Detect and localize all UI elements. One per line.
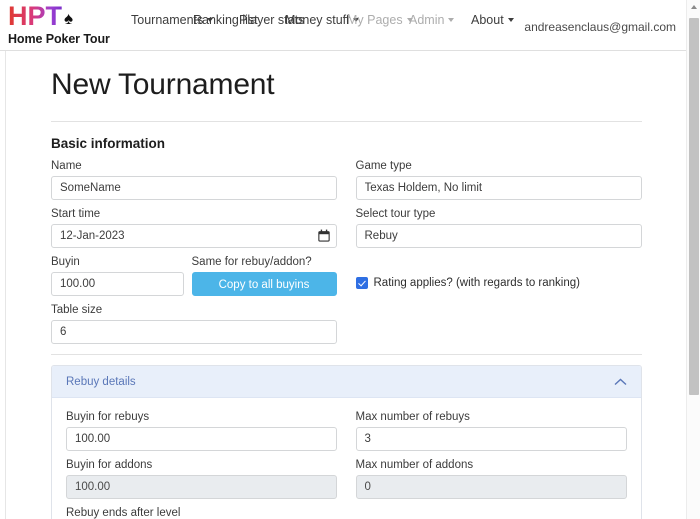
buyin-for-addons-label: Buyin for addons bbox=[66, 459, 153, 471]
basic-section-divider bbox=[51, 354, 642, 355]
field-max-number-of-addons: Max number of addons bbox=[347, 458, 627, 499]
field-rebuy-ends-after-level: Rebuy ends after level bbox=[66, 506, 347, 519]
same-for-rebuy-addon-group: Same for rebuy/addon? Copy to all buyins bbox=[191, 255, 337, 296]
navbar-menu: Tournaments Ranking list Player stats Mo… bbox=[121, 0, 523, 29]
field-tour-type: Select tour type bbox=[347, 207, 642, 248]
buyin-label: Buyin bbox=[51, 256, 80, 268]
buyin-and-copy-group: Buyin Same for rebuy/addon? Copy to all … bbox=[51, 255, 347, 296]
rebuy-row-3-spacer bbox=[347, 506, 628, 519]
nav-item-money-stuff[interactable]: Money stuff bbox=[275, 12, 360, 29]
name-label: Name bbox=[51, 160, 82, 172]
brand-logo-link[interactable]: HPT ♠ Home Poker Tour bbox=[8, 0, 113, 48]
vertical-scrollbar[interactable] bbox=[686, 0, 700, 519]
buyin-for-rebuys-label: Buyin for rebuys bbox=[66, 411, 150, 423]
rebuy-row-1: Buyin for rebuys Max number of rebuys bbox=[66, 410, 627, 451]
nav-item-my-pages[interactable]: My Pages bbox=[337, 12, 413, 29]
field-buyin: Buyin bbox=[51, 255, 184, 296]
start-time-label: Start time bbox=[51, 208, 101, 220]
brand-initials: HPT bbox=[8, 1, 62, 31]
table-size-label: Table size bbox=[51, 304, 103, 316]
start-time-input[interactable] bbox=[51, 224, 337, 248]
tour-type-label: Select tour type bbox=[355, 208, 436, 220]
rebuy-details-card: Rebuy details Buyin for rebuys Max numbe… bbox=[51, 365, 642, 519]
browser-viewport: HPT ♠ Home Poker Tour Tournaments Rankin… bbox=[0, 0, 700, 519]
form-row-buyin-rating: Buyin Same for rebuy/addon? Copy to all … bbox=[51, 255, 642, 296]
buyin-input[interactable] bbox=[51, 272, 184, 296]
chevron-down-icon bbox=[448, 18, 455, 22]
form-row-starttime-tourtype: Start time Select tour type bbox=[51, 207, 642, 248]
content-container: New Tournament Basic information Name Ga… bbox=[7, 68, 686, 519]
field-buyin-for-rebuys: Buyin for rebuys bbox=[66, 410, 347, 451]
nav-item-player-stats[interactable]: Player stats bbox=[229, 12, 304, 29]
nav-item-admin[interactable]: Admin bbox=[399, 12, 461, 29]
field-name: Name bbox=[51, 159, 347, 200]
max-number-of-rebuys-input[interactable] bbox=[355, 427, 627, 451]
field-buyin-for-addons: Buyin for addons bbox=[66, 458, 347, 499]
rating-applies-label: Rating applies? (with regards to ranking… bbox=[373, 277, 580, 289]
rebuy-details-card-body: Buyin for rebuys Max number of rebuys Bu… bbox=[52, 398, 641, 519]
chevron-up-icon[interactable] bbox=[614, 378, 627, 386]
brand-subtitle: Home Poker Tour bbox=[8, 32, 110, 46]
main-navbar: HPT ♠ Home Poker Tour Tournaments Rankin… bbox=[0, 0, 686, 51]
title-divider bbox=[51, 121, 642, 122]
brand-top-row: HPT ♠ bbox=[8, 3, 113, 30]
section-title-basic-information: Basic information bbox=[51, 136, 166, 151]
form-row-name-gametype: Name Game type bbox=[51, 159, 642, 200]
form-row-table-size: Table size bbox=[51, 303, 642, 344]
rebuy-row-2: Buyin for addons Max number of addons bbox=[66, 458, 627, 499]
navbar-user-email[interactable]: andreasenclaus@gmail.com bbox=[524, 0, 686, 34]
name-input[interactable] bbox=[51, 176, 337, 200]
nav-item-admin-label: Admin bbox=[409, 13, 445, 27]
field-start-time: Start time bbox=[51, 207, 347, 248]
max-number-of-addons-input bbox=[355, 475, 627, 499]
buyin-for-rebuys-input[interactable] bbox=[66, 427, 337, 451]
rebuy-row-3: Rebuy ends after level bbox=[66, 506, 627, 519]
game-type-label: Game type bbox=[355, 160, 412, 172]
game-type-select[interactable] bbox=[355, 176, 642, 200]
spade-icon: ♠ bbox=[64, 9, 74, 28]
rebuy-ends-after-level-label: Rebuy ends after level bbox=[66, 507, 181, 519]
buyin-for-addons-input bbox=[66, 475, 337, 499]
table-size-spacer bbox=[347, 303, 643, 344]
nav-item-ranking-list[interactable]: Ranking list bbox=[183, 12, 258, 29]
max-number-of-rebuys-label: Max number of rebuys bbox=[355, 411, 470, 423]
nav-item-my-pages-label: My Pages bbox=[347, 13, 403, 27]
chevron-down-icon bbox=[507, 18, 514, 22]
table-size-input[interactable] bbox=[51, 320, 337, 344]
rebuy-details-title: Rebuy details bbox=[66, 375, 136, 388]
scrollbar-thumb[interactable] bbox=[689, 18, 699, 395]
copy-to-all-buyins-button[interactable]: Copy to all buyins bbox=[191, 272, 337, 296]
rating-applies-group: Rating applies? (with regards to ranking… bbox=[347, 255, 643, 296]
rebuy-details-card-header[interactable]: Rebuy details bbox=[52, 366, 641, 398]
field-table-size: Table size bbox=[51, 303, 347, 344]
nav-item-tournaments[interactable]: Tournaments bbox=[121, 12, 214, 29]
same-for-rebuy-addon-label: Same for rebuy/addon? bbox=[191, 256, 312, 268]
page-left-edge bbox=[0, 0, 6, 519]
max-number-of-addons-label: Max number of addons bbox=[355, 459, 474, 471]
rating-applies-checkbox[interactable] bbox=[355, 277, 368, 289]
page-title: New Tournament bbox=[51, 68, 275, 101]
nav-item-about[interactable]: About bbox=[461, 12, 523, 29]
page-content: New Tournament Basic information Name Ga… bbox=[7, 52, 686, 519]
start-time-wrapper bbox=[51, 224, 337, 248]
scroll-up-arrow-icon[interactable] bbox=[690, 3, 698, 11]
tour-type-select[interactable] bbox=[355, 224, 642, 248]
field-max-number-of-rebuys: Max number of rebuys bbox=[347, 410, 627, 451]
field-game-type: Game type bbox=[347, 159, 642, 200]
rating-applies-row[interactable]: Rating applies? (with regards to ranking… bbox=[355, 277, 643, 289]
nav-item-about-label: About bbox=[471, 13, 504, 27]
